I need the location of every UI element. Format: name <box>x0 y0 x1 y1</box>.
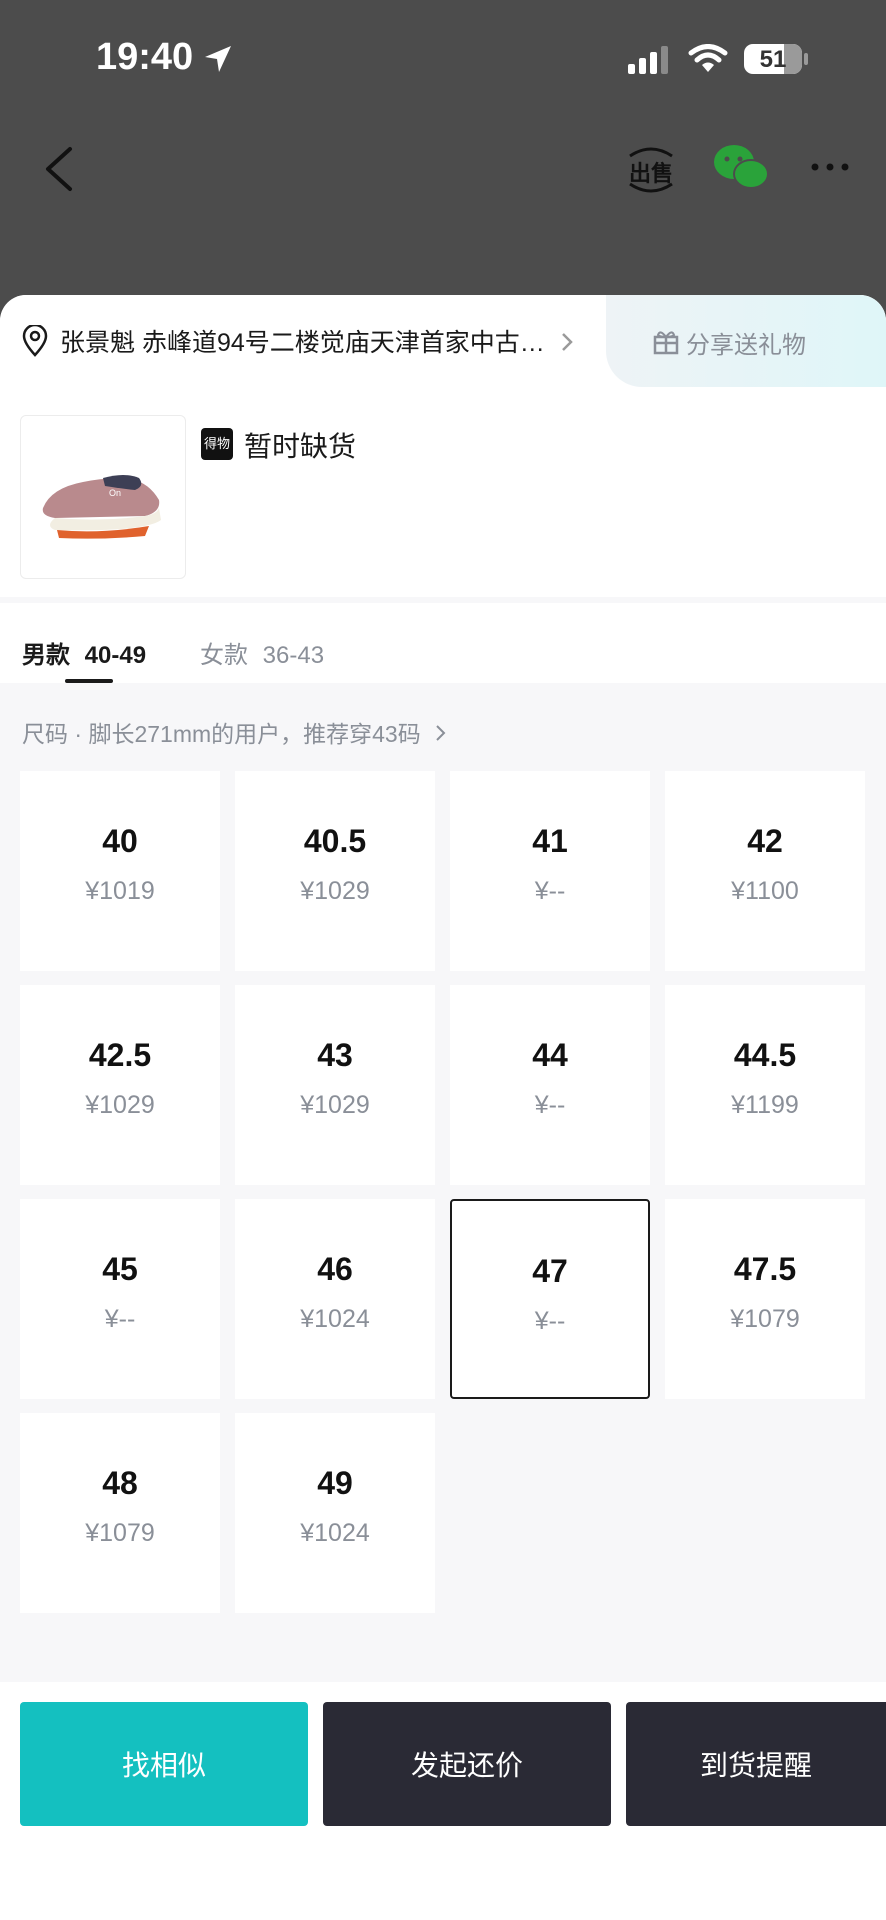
find-similar-label: 找相似 <box>121 1750 206 1781</box>
size-picker-sheet: 张景魁 赤峰道94号二楼觉庙天津首家中古… 分享送礼物 On 得物 暂时缺货 男… <box>0 295 886 1920</box>
location-pin-icon <box>22 325 48 357</box>
size-price: ¥-- <box>534 877 566 905</box>
size-price: ¥1029 <box>85 1091 155 1119</box>
size-price: ¥1100 <box>731 877 799 905</box>
bargain-label: 发起还价 <box>410 1750 523 1781</box>
size-value: 40.5 <box>303 823 367 859</box>
chevron-right-icon <box>562 333 573 351</box>
tab-women-range: 36-43 <box>262 642 325 669</box>
size-option[interactable]: 42 ¥1100 <box>665 771 865 971</box>
size-option[interactable]: 47.5 ¥1079 <box>665 1199 865 1399</box>
find-similar-button[interactable]: 找相似 <box>20 1702 308 1826</box>
more-icon[interactable] <box>810 162 850 172</box>
size-price: ¥1019 <box>85 877 155 905</box>
size-tabs: 男款 40-49 女款 36-43 <box>0 603 886 683</box>
size-price: ¥-- <box>534 1091 566 1119</box>
size-option[interactable]: 46 ¥1024 <box>235 1199 435 1399</box>
size-option[interactable]: 45 ¥-- <box>20 1199 220 1399</box>
size-option[interactable]: 41 ¥-- <box>450 771 650 971</box>
address-text: 张景魁 赤峰道94号二楼觉庙天津首家中古… <box>60 329 545 357</box>
size-value: 46 <box>317 1251 353 1287</box>
location-arrow-icon <box>205 46 231 72</box>
size-recommendation[interactable]: 尺码 · 脚长271mm的用户，推荐穿43码 <box>22 715 447 749</box>
size-price: ¥1199 <box>731 1091 799 1119</box>
bargain-button[interactable]: 发起还价 <box>323 1702 611 1826</box>
clock: 19:40 <box>96 36 194 78</box>
size-option[interactable]: 40.5 ¥1029 <box>235 771 435 971</box>
size-value: 47 <box>532 1253 568 1289</box>
signal-icon <box>628 46 668 74</box>
status-bar: 19:40 51 <box>0 0 886 120</box>
size-value: 41 <box>532 823 568 859</box>
size-price: ¥1079 <box>730 1305 800 1333</box>
size-price: ¥1024 <box>300 1305 370 1333</box>
size-option-selected[interactable]: 47 ¥-- <box>450 1199 650 1399</box>
size-value: 42.5 <box>88 1037 152 1073</box>
size-price: ¥1079 <box>85 1519 155 1547</box>
battery-level: 51 <box>759 46 787 73</box>
product-thumbnail: On <box>20 415 186 579</box>
size-price: ¥1024 <box>300 1519 370 1547</box>
svg-text:On: On <box>109 488 121 498</box>
size-option[interactable]: 42.5 ¥1029 <box>20 985 220 1185</box>
size-recommendation-text: 尺码 · 脚长271mm的用户，推荐穿43码 <box>22 721 421 747</box>
size-value: 49 <box>317 1465 353 1501</box>
size-price: ¥-- <box>104 1305 136 1333</box>
size-option[interactable]: 44.5 ¥1199 <box>665 985 865 1185</box>
tab-men-range: 40-49 <box>84 642 147 669</box>
action-bar: 找相似 发起还价 到货提醒 <box>0 1682 886 1920</box>
wifi-icon <box>688 44 728 72</box>
size-price: ¥1029 <box>300 1091 370 1119</box>
size-value: 48 <box>102 1465 138 1501</box>
dewu-badge-label: 得物 <box>203 436 230 451</box>
share-gift-button[interactable]: 分享送礼物 <box>606 295 886 387</box>
tab-women[interactable]: 女款 36-43 <box>200 635 324 670</box>
dewu-badge: 得物 <box>201 428 233 460</box>
size-option[interactable]: 40 ¥1019 <box>20 771 220 971</box>
wechat-icon[interactable] <box>712 142 770 192</box>
size-option[interactable]: 44 ¥-- <box>450 985 650 1185</box>
size-value: 42 <box>747 823 783 859</box>
battery-icon: 51 <box>744 44 802 74</box>
share-gift-label: 分享送礼物 <box>686 332 806 359</box>
sell-button[interactable]: 出售 <box>624 142 678 198</box>
size-price: ¥-- <box>534 1307 566 1335</box>
size-value: 45 <box>102 1251 138 1287</box>
top-nav: 出售 <box>0 120 886 295</box>
battery-tip <box>804 53 808 65</box>
restock-alert-label: 到货提醒 <box>699 1750 812 1781</box>
sell-label: 出售 <box>628 161 673 186</box>
stock-status: 暂时缺货 <box>244 431 357 462</box>
size-value: 43 <box>317 1037 353 1073</box>
tab-women-label: 女款 <box>200 642 248 669</box>
shoe-image: On <box>42 475 161 539</box>
tab-men[interactable]: 男款 40-49 <box>22 635 146 670</box>
active-tab-indicator <box>65 679 113 683</box>
restock-alert-button[interactable]: 到货提醒 <box>626 1702 886 1826</box>
size-option[interactable]: 43 ¥1029 <box>235 985 435 1185</box>
size-option[interactable]: 48 ¥1079 <box>20 1413 220 1613</box>
chevron-right-icon <box>435 721 447 748</box>
gift-icon <box>653 331 679 355</box>
size-option[interactable]: 49 ¥1024 <box>235 1413 435 1613</box>
back-icon[interactable] <box>40 145 76 193</box>
size-price: ¥1029 <box>300 877 370 905</box>
size-value: 47.5 <box>733 1251 797 1287</box>
size-value: 44 <box>532 1037 568 1073</box>
tab-men-label: 男款 <box>22 642 70 669</box>
size-value: 40 <box>102 823 138 859</box>
size-value: 44.5 <box>733 1037 797 1073</box>
